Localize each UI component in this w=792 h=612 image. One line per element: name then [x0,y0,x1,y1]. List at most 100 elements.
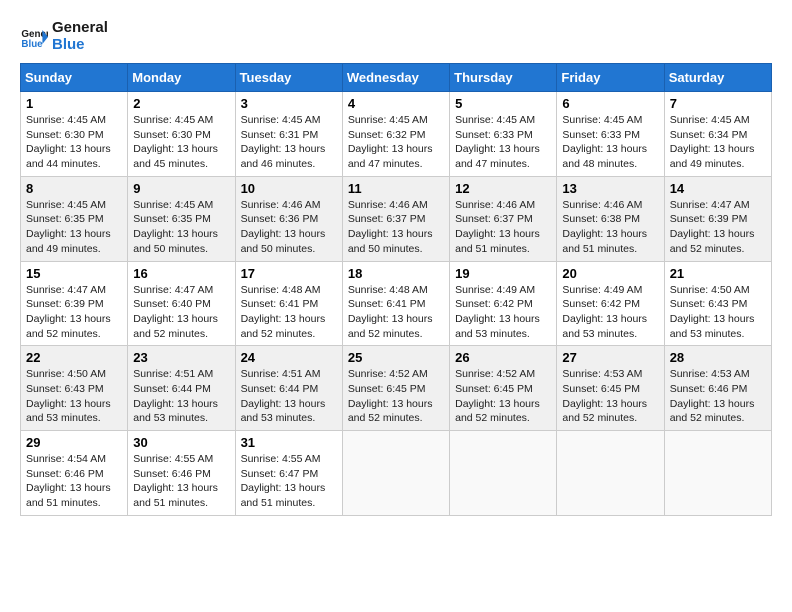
calendar-cell: 5Sunrise: 4:45 AM Sunset: 6:33 PM Daylig… [450,92,557,177]
calendar-cell: 16 Sunrise: 4:47 AM Sunset: 6:40 PM Dayli… [128,261,235,346]
day-info: Sunrise: 4:46 AM Sunset: 6:37 PM Dayligh… [348,198,444,257]
day-info: Sunrise: 4:47 AM Sunset: 6:39 PM Dayligh… [670,198,766,257]
weekday-header: Sunday [21,64,128,92]
day-number: 10 [241,181,337,196]
logo: General Blue General Blue [20,20,108,53]
svg-text:Blue: Blue [21,38,43,49]
day-number: 20 [562,266,658,281]
calendar-cell: 20Sunrise: 4:49 AM Sunset: 6:42 PM Dayli… [557,261,664,346]
calendar-cell: 24 Sunrise: 4:51 AM Sunset: 6:44 PM Dayli… [235,346,342,431]
logo-general: General [52,19,108,36]
day-info: Sunrise: 4:47 AM Sunset: 6:39 PM Dayligh… [26,283,122,342]
day-info: Sunrise: 4:45 AM Sunset: 6:35 PM Dayligh… [26,198,122,257]
day-number: 24 [241,350,337,365]
day-number: 16 [133,266,229,281]
day-info: Sunrise: 4:55 AM Sunset: 6:46 PM Dayligh… [133,452,229,511]
calendar-cell: 22 Sunrise: 4:50 AM Sunset: 6:43 PM Dayli… [21,346,128,431]
calendar-cell: 14 Sunrise: 4:47 AM Sunset: 6:39 PM Dayli… [664,176,771,261]
calendar-week-row: 22 Sunrise: 4:50 AM Sunset: 6:43 PM Dayli… [21,346,772,431]
day-number: 26 [455,350,551,365]
calendar-cell: 17 Sunrise: 4:48 AM Sunset: 6:41 PM Dayli… [235,261,342,346]
calendar-cell: 27Sunrise: 4:53 AM Sunset: 6:45 PM Dayli… [557,346,664,431]
weekday-header: Wednesday [342,64,449,92]
day-info: Sunrise: 4:50 AM Sunset: 6:43 PM Dayligh… [26,367,122,426]
calendar-cell [557,431,664,516]
calendar-cell: 15 Sunrise: 4:47 AM Sunset: 6:39 PM Dayli… [21,261,128,346]
calendar-cell: 30 Sunrise: 4:55 AM Sunset: 6:46 PM Dayli… [128,431,235,516]
calendar-cell [664,431,771,516]
calendar-cell: 8 Sunrise: 4:45 AM Sunset: 6:35 PM Daylig… [21,176,128,261]
day-info: Sunrise: 4:54 AM Sunset: 6:46 PM Dayligh… [26,452,122,511]
day-number: 1 [26,96,122,111]
calendar-cell: 2 Sunrise: 4:45 AM Sunset: 6:30 PM Daylig… [128,92,235,177]
day-info: Sunrise: 4:50 AM Sunset: 6:43 PM Dayligh… [670,283,766,342]
day-info: Sunrise: 4:45 AM Sunset: 6:30 PM Dayligh… [26,113,122,172]
day-info: Sunrise: 4:47 AM Sunset: 6:40 PM Dayligh… [133,283,229,342]
day-number: 22 [26,350,122,365]
calendar-week-row: 8 Sunrise: 4:45 AM Sunset: 6:35 PM Daylig… [21,176,772,261]
day-info: Sunrise: 4:45 AM Sunset: 6:33 PM Dayligh… [562,113,658,172]
day-info: Sunrise: 4:51 AM Sunset: 6:44 PM Dayligh… [241,367,337,426]
day-number: 27 [562,350,658,365]
day-info: Sunrise: 4:49 AM Sunset: 6:42 PM Dayligh… [455,283,551,342]
calendar-cell: 12 Sunrise: 4:46 AM Sunset: 6:37 PM Dayli… [450,176,557,261]
calendar-week-row: 1 Sunrise: 4:45 AM Sunset: 6:30 PM Daylig… [21,92,772,177]
day-info: Sunrise: 4:46 AM Sunset: 6:37 PM Dayligh… [455,198,551,257]
weekday-header: Tuesday [235,64,342,92]
weekday-header: Thursday [450,64,557,92]
calendar-cell: 18 Sunrise: 4:48 AM Sunset: 6:41 PM Dayli… [342,261,449,346]
day-info: Sunrise: 4:45 AM Sunset: 6:34 PM Dayligh… [670,113,766,172]
day-number: 2 [133,96,229,111]
calendar-cell: 3 Sunrise: 4:45 AM Sunset: 6:31 PM Daylig… [235,92,342,177]
day-number: 12 [455,181,551,196]
day-number: 29 [26,435,122,450]
day-number: 13 [562,181,658,196]
day-info: Sunrise: 4:46 AM Sunset: 6:36 PM Dayligh… [241,198,337,257]
logo-icon: General Blue [20,23,48,51]
logo-blue: Blue [52,36,85,53]
weekday-header: Monday [128,64,235,92]
day-number: 19 [455,266,551,281]
day-info: Sunrise: 4:48 AM Sunset: 6:41 PM Dayligh… [348,283,444,342]
day-number: 8 [26,181,122,196]
day-number: 4 [348,96,444,111]
day-number: 30 [133,435,229,450]
calendar-cell: 7 Sunrise: 4:45 AM Sunset: 6:34 PM Daylig… [664,92,771,177]
calendar-cell: 9Sunrise: 4:45 AM Sunset: 6:35 PM Daylig… [128,176,235,261]
day-info: Sunrise: 4:45 AM Sunset: 6:31 PM Dayligh… [241,113,337,172]
day-info: Sunrise: 4:48 AM Sunset: 6:41 PM Dayligh… [241,283,337,342]
weekday-header: Friday [557,64,664,92]
calendar-cell: 23 Sunrise: 4:51 AM Sunset: 6:44 PM Dayli… [128,346,235,431]
calendar-cell: 29 Sunrise: 4:54 AM Sunset: 6:46 PM Dayli… [21,431,128,516]
calendar-cell: 19 Sunrise: 4:49 AM Sunset: 6:42 PM Dayli… [450,261,557,346]
calendar-header-row: SundayMondayTuesdayWednesdayThursdayFrid… [21,64,772,92]
day-info: Sunrise: 4:45 AM Sunset: 6:35 PM Dayligh… [133,198,229,257]
calendar-cell: 26 Sunrise: 4:52 AM Sunset: 6:45 PM Dayli… [450,346,557,431]
calendar-cell: 28Sunrise: 4:53 AM Sunset: 6:46 PM Dayli… [664,346,771,431]
day-number: 23 [133,350,229,365]
calendar-cell: 6 Sunrise: 4:45 AM Sunset: 6:33 PM Daylig… [557,92,664,177]
calendar-cell: 13Sunrise: 4:46 AM Sunset: 6:38 PM Dayli… [557,176,664,261]
calendar-cell: 1 Sunrise: 4:45 AM Sunset: 6:30 PM Daylig… [21,92,128,177]
calendar-cell: 11Sunrise: 4:46 AM Sunset: 6:37 PM Dayli… [342,176,449,261]
calendar-cell: 4Sunrise: 4:45 AM Sunset: 6:32 PM Daylig… [342,92,449,177]
day-number: 3 [241,96,337,111]
day-number: 6 [562,96,658,111]
weekday-header: Saturday [664,64,771,92]
calendar-cell [450,431,557,516]
day-number: 14 [670,181,766,196]
calendar-table: SundayMondayTuesdayWednesdayThursdayFrid… [20,63,772,516]
day-number: 15 [26,266,122,281]
day-number: 5 [455,96,551,111]
day-number: 18 [348,266,444,281]
day-number: 31 [241,435,337,450]
day-info: Sunrise: 4:52 AM Sunset: 6:45 PM Dayligh… [455,367,551,426]
calendar-week-row: 15 Sunrise: 4:47 AM Sunset: 6:39 PM Dayli… [21,261,772,346]
calendar-cell: 10 Sunrise: 4:46 AM Sunset: 6:36 PM Dayli… [235,176,342,261]
day-number: 17 [241,266,337,281]
day-number: 7 [670,96,766,111]
day-info: Sunrise: 4:45 AM Sunset: 6:30 PM Dayligh… [133,113,229,172]
day-info: Sunrise: 4:51 AM Sunset: 6:44 PM Dayligh… [133,367,229,426]
day-info: Sunrise: 4:53 AM Sunset: 6:46 PM Dayligh… [670,367,766,426]
day-number: 21 [670,266,766,281]
